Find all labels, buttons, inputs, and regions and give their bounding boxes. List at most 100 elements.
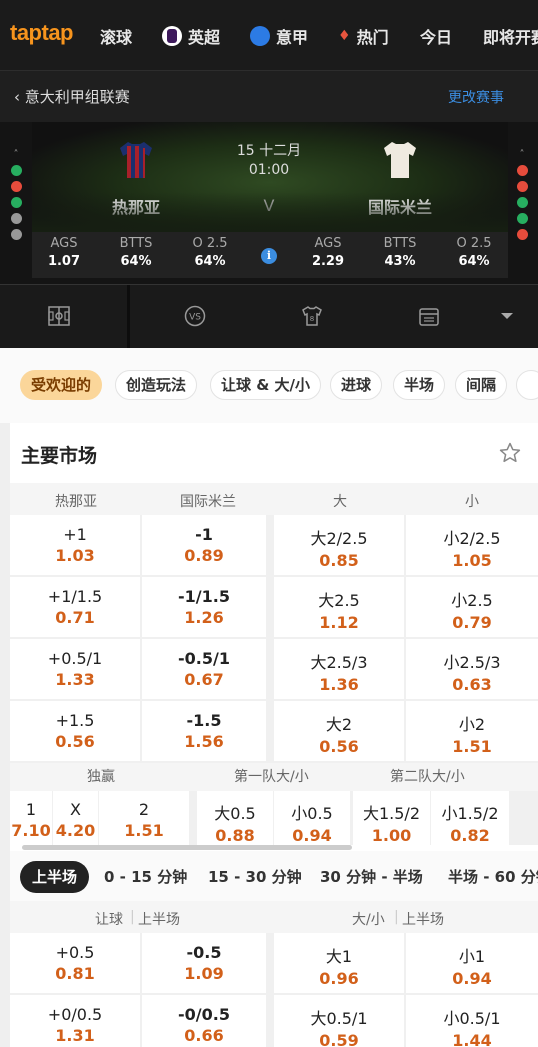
- nav-item-serie-a[interactable]: 意甲: [250, 24, 308, 48]
- odds-cell[interactable]: 小0.5/1 1.44: [406, 995, 538, 1047]
- odds-value: 0.94: [292, 826, 332, 845]
- odds-cell[interactable]: 大2 0.56: [274, 701, 404, 761]
- svg-text:VS: VS: [189, 313, 201, 323]
- odds-cell[interactable]: 大2.5 1.12: [274, 577, 404, 637]
- competition-name: 意大利甲组联赛: [24, 88, 130, 106]
- nav-item-hot[interactable]: ♦ 热门: [338, 24, 389, 48]
- half-market-header-row: 让球 | 上半场 大/小 | 上半场: [10, 901, 538, 933]
- nav-item-live[interactable]: 滚球: [100, 24, 132, 48]
- odds-value: 0.56: [319, 737, 359, 756]
- odds-cell[interactable]: +1/1.5 0.71: [10, 577, 140, 637]
- nav-label: 今日: [420, 28, 453, 47]
- odds-value: 1.05: [452, 551, 492, 570]
- home-team-name[interactable]: 热那亚: [76, 194, 196, 218]
- odds-cell[interactable]: -1.5 1.56: [142, 701, 266, 761]
- odds-value: 1.51: [452, 737, 492, 756]
- odds-cell[interactable]: 小2.5 0.79: [406, 577, 538, 637]
- tab-15-30[interactable]: 15 - 30 分钟: [208, 861, 302, 893]
- tab-first-half[interactable]: 上半场: [20, 861, 90, 893]
- chevron-left-icon: ‹: [14, 88, 20, 106]
- odds-cell[interactable]: +1 1.03: [10, 515, 140, 575]
- odds-cell[interactable]: 大2/2.5 0.85: [274, 515, 404, 575]
- odds-cell[interactable]: +1.5 0.56: [10, 701, 140, 761]
- odds-cell[interactable]: 大1 0.96: [274, 933, 404, 993]
- odds-cell[interactable]: -1 0.89: [142, 515, 266, 575]
- chip-more[interactable]: [516, 370, 538, 400]
- odds-cell[interactable]: -1/1.5 1.26: [142, 577, 266, 637]
- odds-value: 1.00: [371, 826, 412, 845]
- top-nav: taptap 滚球 英超 意甲 ♦ 热门 今日 即将开赛: [0, 0, 538, 70]
- odds-cell[interactable]: -0.5 1.09: [142, 933, 266, 993]
- chip-popular[interactable]: 受欢迎的: [20, 370, 103, 400]
- odds-line: 大1.5/2: [362, 804, 421, 823]
- home-shirt-icon: [120, 142, 152, 178]
- away-team-name[interactable]: 国际米兰: [340, 194, 460, 218]
- nav-item-today[interactable]: 今日: [420, 24, 452, 48]
- home-stat: AGS 1.07: [47, 236, 81, 269]
- odds-cell[interactable]: 大1.5/2 1.00: [353, 791, 430, 845]
- favorite-star-icon[interactable]: [498, 441, 522, 465]
- odds-value: 0.79: [452, 613, 492, 632]
- odds-cell[interactable]: 小1.5/2 0.82: [431, 791, 509, 845]
- nav-item-premier-league[interactable]: 英超: [162, 24, 220, 48]
- home-stat: BTTS 64%: [119, 236, 153, 269]
- odds-line: 大2/2.5: [310, 529, 368, 548]
- back-button[interactable]: ‹ 意大利甲组联赛: [14, 86, 130, 107]
- odds-line: -1.5: [186, 711, 222, 730]
- odds-cell[interactable]: +0.5/1 1.33: [10, 639, 140, 699]
- change-match-link[interactable]: 更改赛事: [448, 87, 504, 107]
- odds-cell[interactable]: 1 7.10: [10, 791, 52, 845]
- odds-cell[interactable]: 大0.5/1 0.59: [274, 995, 404, 1047]
- market-filter-chips: 受欢迎的 创造玩法 让球 & 大/小 进球 半场 间隔: [0, 348, 538, 423]
- odds-cell[interactable]: 小0.5 0.94: [274, 791, 350, 845]
- chip-interval[interactable]: 间隔: [455, 370, 508, 400]
- odds-line: 2: [138, 800, 150, 819]
- premier-league-icon: [162, 26, 182, 46]
- odds-line: 大1: [325, 947, 353, 966]
- tab-half-60[interactable]: 半场 - 60 分钟: [448, 861, 538, 893]
- odds-value: 0.56: [55, 732, 95, 751]
- odds-line: -0.5/1: [178, 649, 230, 668]
- odds-line: +0.5/1: [47, 649, 103, 668]
- chevron-down-icon[interactable]: [494, 303, 520, 329]
- tab-0-15[interactable]: 0 - 15 分钟: [104, 861, 187, 893]
- odds-cell[interactable]: 大0.5 0.88: [197, 791, 273, 845]
- chip-half[interactable]: 半场: [393, 370, 446, 400]
- column-header: 大/小: [352, 912, 385, 928]
- chip-handicap-ou[interactable]: 让球 & 大/小: [210, 370, 322, 400]
- taptap-logo[interactable]: taptap: [10, 20, 74, 46]
- odds-cell[interactable]: 小1 0.94: [406, 933, 538, 993]
- odds-line: 小1: [458, 947, 486, 966]
- odds-cell[interactable]: 2 1.51: [99, 791, 189, 845]
- odds-cell[interactable]: 小2.5/3 0.63: [406, 639, 538, 699]
- odds-cell[interactable]: -0/0.5 0.66: [142, 995, 266, 1047]
- chip-goals[interactable]: 进球: [330, 370, 383, 400]
- odds-cell[interactable]: 小2/2.5 1.05: [406, 515, 538, 575]
- tab-30-half[interactable]: 30 分钟 - 半场: [320, 861, 423, 893]
- odds-line: 小2/2.5: [443, 529, 501, 548]
- odds-cell[interactable]: X 4.20: [53, 791, 98, 845]
- away-form: ˄: [506, 150, 538, 240]
- versus-icon[interactable]: VS: [182, 303, 208, 329]
- form-dot: [10, 165, 22, 176]
- info-icon[interactable]: i: [261, 248, 277, 264]
- nav-item-upcoming[interactable]: 即将开赛: [483, 24, 538, 48]
- odds-cell[interactable]: -0.5/1 0.67: [142, 639, 266, 699]
- pitch-icon[interactable]: [46, 303, 72, 329]
- match-time: 01:00: [248, 162, 290, 178]
- chevron-up-icon: ˄: [13, 149, 19, 160]
- away-stat: AGS 2.29: [311, 236, 345, 269]
- horizontal-scrollbar[interactable]: [22, 845, 352, 850]
- sub-market-header-row: 独赢 第一队大/小 第二队大/小: [10, 763, 538, 791]
- sub-market-row: 1 7.10 X 4.20 2 1.51 大0.5 0.88 小0.5 0.94 大1.5/2 1.0…: [10, 791, 538, 845]
- market-header-row: 热那亚 国际米兰 大 小: [10, 483, 538, 515]
- odds-cell[interactable]: 大2.5/3 1.36: [274, 639, 404, 699]
- odds-line: +1.5: [55, 711, 95, 730]
- odds-cell[interactable]: +0/0.5 1.31: [10, 995, 140, 1047]
- calendar-icon[interactable]: [416, 303, 442, 329]
- chip-create-bet[interactable]: 创造玩法: [115, 370, 198, 400]
- jersey-icon[interactable]: 8: [299, 303, 325, 329]
- odds-cell[interactable]: 小2 1.51: [406, 701, 538, 761]
- nav-label: 即将开赛: [483, 28, 538, 47]
- odds-cell[interactable]: +0.5 0.81: [10, 933, 140, 993]
